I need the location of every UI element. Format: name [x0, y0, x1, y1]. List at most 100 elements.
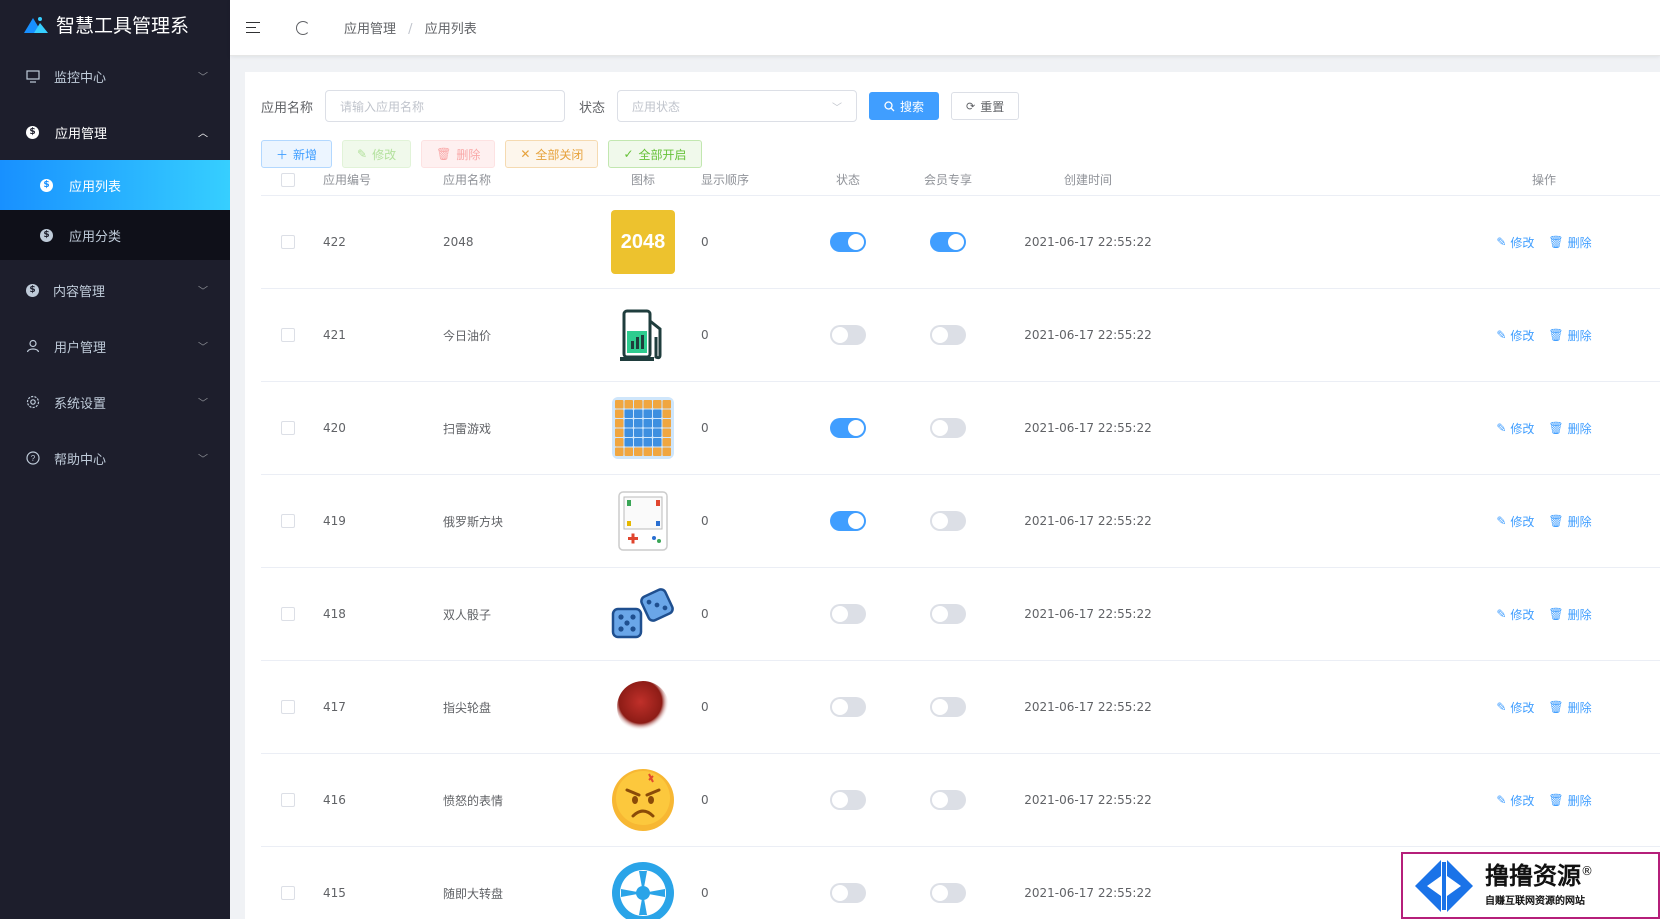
row-edit-button[interactable]: ✎修改: [1496, 699, 1534, 716]
chevron-down-icon: ﹀: [198, 72, 208, 84]
all-off-button-label: 全部关闭: [535, 147, 584, 162]
status-switch[interactable]: [830, 418, 866, 438]
row-edit-label: 修改: [1510, 607, 1535, 622]
app-title: 智慧工具管理系: [56, 14, 190, 37]
row-checkbox[interactable]: [281, 328, 295, 342]
row-edit-button[interactable]: ✎修改: [1496, 513, 1534, 530]
row-delete-button[interactable]: 🗑删除: [1548, 513, 1591, 530]
row-checkbox[interactable]: [281, 700, 295, 714]
row-checkbox[interactable]: [281, 886, 295, 900]
menu-item-monitor[interactable]: 监控中心 ﹀: [0, 48, 230, 104]
created-time-cell: 2021-06-17 22:55:22: [1024, 700, 1152, 714]
sidebar: 智慧工具管理系 监控中心 ﹀ $ 应用管理 ︿ $ 应用列表 $ 应用分类 $ …: [0, 0, 230, 919]
row-delete-button[interactable]: 🗑删除: [1548, 699, 1591, 716]
row-edit-label: 修改: [1510, 421, 1535, 436]
vip-switch[interactable]: [930, 418, 966, 438]
created-time-cell: 2021-06-17 22:55:22: [1024, 886, 1152, 900]
select-all-checkbox[interactable]: [281, 172, 295, 187]
edit-icon: ✎: [1496, 514, 1507, 528]
row-edit-button[interactable]: ✎修改: [1496, 792, 1534, 809]
row-actions: ✎修改 🗑删除: [1178, 606, 1660, 623]
vip-switch[interactable]: [930, 790, 966, 810]
created-time-cell: 2021-06-17 22:55:22: [1024, 514, 1152, 528]
user-icon: [26, 339, 40, 353]
created-time-cell: 2021-06-17 22:55:22: [1024, 793, 1152, 807]
row-delete-button[interactable]: 🗑删除: [1548, 606, 1591, 623]
status-switch[interactable]: [830, 790, 866, 810]
app-name-input[interactable]: 请输入应用名称: [325, 90, 566, 122]
row-edit-button[interactable]: ✎修改: [1496, 234, 1534, 251]
row-checkbox[interactable]: [281, 421, 295, 435]
status-switch[interactable]: [830, 697, 866, 717]
app-id-cell: 418: [323, 607, 346, 621]
row-delete-button[interactable]: 🗑删除: [1548, 792, 1591, 809]
app-name-cell: 指尖轮盘: [443, 700, 492, 715]
row-delete-label: 删除: [1567, 607, 1592, 622]
vip-switch[interactable]: [930, 883, 966, 903]
app-id-cell: 420: [323, 421, 346, 435]
app-name-cell: 随即大转盘: [443, 886, 504, 901]
row-actions: ✎修改 🗑删除: [1178, 327, 1660, 344]
status-switch[interactable]: [830, 883, 866, 903]
column-header: 会员专享: [923, 173, 972, 187]
row-checkbox[interactable]: [281, 235, 295, 249]
menu-toggle-icon[interactable]: [246, 21, 262, 35]
breadcrumb-item[interactable]: 应用管理: [344, 22, 396, 37]
vip-switch[interactable]: [930, 325, 966, 345]
chevron-up-icon: ︿: [198, 128, 208, 140]
edit-icon: ✎: [1496, 421, 1507, 435]
all-on-button-label: 全部开启: [638, 147, 687, 162]
vip-switch[interactable]: [930, 697, 966, 717]
column-header: 应用编号: [323, 173, 372, 187]
row-checkbox[interactable]: [281, 607, 295, 621]
row-edit-label: 修改: [1510, 514, 1535, 529]
watermark-subtitle: 自赚互联网资源的网站: [1485, 896, 1585, 907]
status-select[interactable]: 应用状态 ﹀: [617, 90, 858, 122]
row-edit-button[interactable]: ✎修改: [1496, 420, 1534, 437]
vip-switch[interactable]: [930, 604, 966, 624]
submenu-item-app-category[interactable]: $ 应用分类: [0, 210, 230, 260]
menu-item-settings[interactable]: 系统设置 ﹀: [0, 374, 230, 430]
search-form: 应用名称 请输入应用名称 状态 应用状态 ﹀ 搜索 ⟳ 重置: [261, 90, 1020, 122]
dollar-icon: $: [40, 178, 53, 192]
row-edit-button[interactable]: ✎修改: [1496, 606, 1534, 623]
status-switch[interactable]: [830, 325, 866, 345]
vip-switch[interactable]: [930, 232, 966, 252]
row-edit-button[interactable]: ✎修改: [1496, 327, 1534, 344]
row-delete-button[interactable]: 🗑删除: [1548, 327, 1591, 344]
menu-item-app-manage[interactable]: $ 应用管理 ︿: [0, 104, 230, 160]
edit-icon: ✎: [1496, 607, 1507, 621]
reset-button[interactable]: ⟳ 重置: [951, 92, 1020, 120]
app-id-cell: 417: [323, 700, 346, 714]
created-time-cell: 2021-06-17 22:55:22: [1024, 421, 1152, 435]
status-switch[interactable]: [830, 511, 866, 531]
row-checkbox[interactable]: [281, 514, 295, 528]
order-cell: 0: [701, 328, 709, 342]
menu-item-help[interactable]: ? 帮助中心 ﹀: [0, 430, 230, 486]
row-actions: ✎修改 🗑删除: [1178, 792, 1660, 809]
vip-switch[interactable]: [930, 511, 966, 531]
watermark-registered-mark: ®: [1581, 864, 1593, 878]
gear-icon: [26, 395, 40, 409]
created-time-cell: 2021-06-17 22:55:22: [1024, 607, 1152, 621]
submenu-item-app-list[interactable]: $ 应用列表: [0, 160, 230, 210]
row-actions: ✎修改 🗑删除: [1178, 513, 1660, 530]
row-delete-button[interactable]: 🗑删除: [1548, 234, 1591, 251]
row-delete-button[interactable]: 🗑删除: [1548, 420, 1591, 437]
menu-item-users[interactable]: 用户管理 ﹀: [0, 318, 230, 374]
submenu-app-manage: $ 应用列表 $ 应用分类: [0, 160, 230, 260]
fuel-pump-icon: [618, 307, 668, 363]
status-switch[interactable]: [830, 604, 866, 624]
row-checkbox[interactable]: [281, 793, 295, 807]
search-button[interactable]: 搜索: [869, 92, 940, 120]
game-2048-icon: 2048: [611, 210, 675, 274]
refresh-icon[interactable]: [296, 20, 310, 35]
submenu-label: 应用分类: [69, 229, 122, 245]
app-table: 应用编号 应用名称 图标 显示顺序 状态 会员专享 创建时间 操作 422 20…: [261, 164, 1660, 919]
chevron-down-icon: ﹀: [198, 454, 208, 466]
status-switch[interactable]: [830, 232, 866, 252]
app-id-cell: 416: [323, 793, 346, 807]
submenu-label: 应用列表: [69, 179, 122, 195]
table-row: 422 2048 2048 0 2021-06-17 22:55:22 ✎ 修改 …: [261, 196, 1660, 289]
menu-item-content[interactable]: $ 内容管理 ﹀: [0, 262, 230, 318]
